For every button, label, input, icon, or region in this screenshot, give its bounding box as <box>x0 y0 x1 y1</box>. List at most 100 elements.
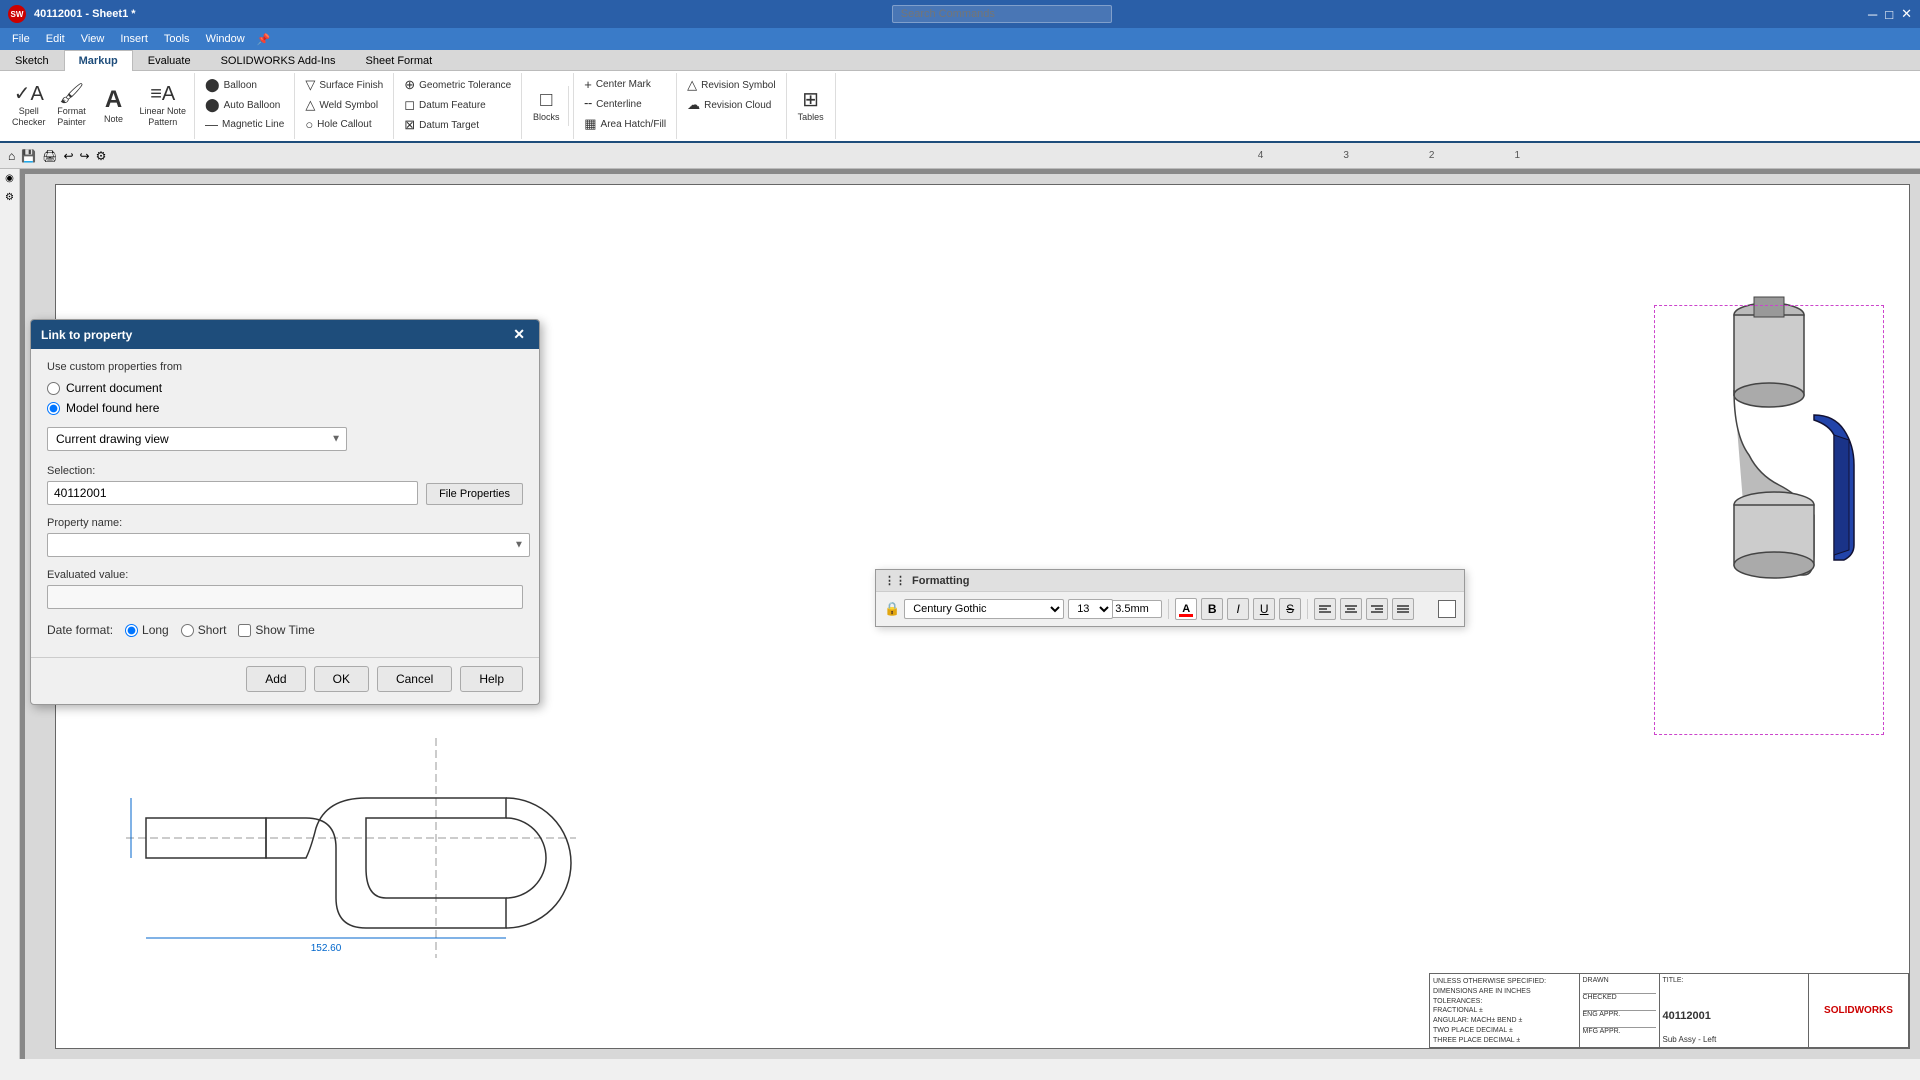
formatting-body: 🔒 Century Gothic 13 A <box>876 592 1464 626</box>
italic-btn[interactable]: I <box>1227 598 1249 620</box>
dialog-close-btn[interactable]: ✕ <box>509 326 529 343</box>
tab-evaluate[interactable]: Evaluate <box>133 50 206 71</box>
weld-symbol-btn[interactable]: △ Weld Symbol <box>299 95 384 115</box>
selection-input[interactable] <box>47 481 418 505</box>
surface-finish-icon: ▽ <box>305 77 315 93</box>
tab-markup[interactable]: Markup <box>64 50 133 71</box>
radio-short-input[interactable] <box>181 624 194 637</box>
linear-note-btn[interactable]: ≡A Linear NotePattern <box>136 81 191 131</box>
save-icon[interactable]: 💾 <box>21 149 36 163</box>
menu-file[interactable]: File <box>4 32 38 46</box>
ruler-3: 3 <box>1343 150 1349 161</box>
center-mark-btn[interactable]: + Center Mark <box>578 75 657 94</box>
tab-sketch[interactable]: Sketch <box>0 50 64 71</box>
settings-icon[interactable]: ⚙ <box>96 149 107 163</box>
cancel-btn[interactable]: Cancel <box>377 666 452 692</box>
menu-edit[interactable]: Edit <box>38 32 73 46</box>
canvas-area[interactable]: 152.60 ⌀20.00 UNLESS OTHERWISE SPECIFIED… <box>20 169 1920 1059</box>
menu-insert[interactable]: Insert <box>112 32 156 46</box>
linear-note-icon: ≡A <box>150 84 175 104</box>
underline-btn[interactable]: U <box>1253 598 1275 620</box>
strikethrough-btn[interactable]: S <box>1279 598 1301 620</box>
area-hatch-btn[interactable]: ▦ Area Hatch/Fill <box>578 114 672 134</box>
tab-sheet-format[interactable]: Sheet Format <box>351 50 448 71</box>
radio-current-doc-input[interactable] <box>47 382 60 395</box>
tab-addins[interactable]: SOLIDWORKS Add-Ins <box>206 50 351 71</box>
radio-model-found-label: Model found here <box>66 401 159 415</box>
datum-feature-btn[interactable]: ◻ Datum Feature <box>398 95 492 115</box>
selection-row: File Properties <box>47 481 523 505</box>
left-sidebar: ◉ ⚙ <box>0 169 20 1059</box>
align-right-btn[interactable] <box>1366 598 1388 620</box>
title-block: UNLESS OTHERWISE SPECIFIED: DIMENSIONS A… <box>1429 973 1909 1048</box>
magnetic-line-btn[interactable]: — Magnetic Line <box>199 115 290 134</box>
evaluated-value-label: Evaluated value: <box>47 569 523 581</box>
pin-icon[interactable]: 📌 <box>257 33 271 46</box>
property-name-select[interactable] <box>47 533 530 557</box>
main-area: ◉ ⚙ <box>0 169 1920 1059</box>
balloon-icon: ⬤ <box>205 77 220 93</box>
tables-btn[interactable]: ⊞ Tables <box>791 87 831 126</box>
minimize-btn[interactable]: ─ <box>1868 7 1877 22</box>
font-select[interactable]: Century Gothic <box>904 599 1064 619</box>
undo-icon[interactable]: ↩ <box>63 149 73 163</box>
radio-long[interactable]: Long <box>125 623 169 637</box>
app-titlebar: SW 40112001 - Sheet1 * ─ □ ✕ <box>0 0 1920 28</box>
date-format-label: Date format: <box>47 623 113 637</box>
property-name-label: Property name: <box>47 517 523 529</box>
datum-target-btn[interactable]: ⊠ Datum Target <box>398 115 485 135</box>
date-format-options: Long Short Show Time <box>125 623 315 637</box>
print-icon[interactable]: 🖨 <box>42 149 57 163</box>
sidebar-icon-2[interactable]: ⚙ <box>5 192 14 203</box>
bold-btn[interactable]: B <box>1201 598 1223 620</box>
resize-handle[interactable] <box>1438 600 1456 618</box>
font-size-select[interactable]: 13 <box>1068 599 1113 619</box>
blocks-btn[interactable]: □ Blocks <box>526 87 566 126</box>
font-size-mm-input[interactable] <box>1110 600 1162 618</box>
ribbon-group-annotation: ⬤ Balloon ⬤ Auto Balloon — Magnetic Line <box>195 73 295 139</box>
radio-long-input[interactable] <box>125 624 138 637</box>
radio-model-found[interactable]: Model found here <box>47 401 523 415</box>
balloon-btn[interactable]: ⬤ Balloon <box>199 75 263 95</box>
menu-view[interactable]: View <box>73 32 113 46</box>
surface-finish-btn[interactable]: ▽ Surface Finish <box>299 75 389 95</box>
drawing-view-dropdown-row: Current drawing view Model found here Co… <box>47 427 523 451</box>
align-center-btn[interactable] <box>1340 598 1362 620</box>
file-properties-btn[interactable]: File Properties <box>426 483 523 505</box>
close-btn[interactable]: ✕ <box>1901 6 1912 22</box>
align-justify-btn[interactable] <box>1392 598 1414 620</box>
revision-cloud-btn[interactable]: ☁ Revision Cloud <box>681 95 777 115</box>
help-btn[interactable]: Help <box>460 666 523 692</box>
radio-short[interactable]: Short <box>181 623 227 637</box>
format-painter-btn[interactable]: 🖌 Format Painter <box>52 81 92 131</box>
redo-icon[interactable]: ↪ <box>80 149 90 163</box>
drawing-view-select[interactable]: Current drawing view Model found here Co… <box>47 427 347 451</box>
add-btn[interactable]: Add <box>246 666 305 692</box>
search-input[interactable] <box>892 5 1112 23</box>
show-time-input[interactable] <box>238 624 251 637</box>
font-color-btn[interactable]: A <box>1175 598 1197 620</box>
ribbon: Sketch Markup Evaluate SOLIDWORKS Add-In… <box>0 50 1920 143</box>
property-name-row: ▼ ↖ <box>47 533 523 557</box>
revision-symbol-btn[interactable]: △ Revision Symbol <box>681 75 781 95</box>
home-icon[interactable]: ⌂ <box>8 149 15 163</box>
show-time-checkbox[interactable]: Show Time <box>238 623 314 637</box>
spell-checker-btn[interactable]: ✓A SpellChecker <box>8 81 50 131</box>
note-btn[interactable]: A Note <box>94 85 134 128</box>
sidebar-icon-1[interactable]: ◉ <box>5 173 14 184</box>
radio-current-doc[interactable]: Current document <box>47 381 523 395</box>
ok-btn[interactable]: OK <box>314 666 369 692</box>
menu-window[interactable]: Window <box>198 32 253 46</box>
menu-tools[interactable]: Tools <box>156 32 198 46</box>
formatting-drag-handle[interactable]: ⋮⋮ <box>884 574 906 587</box>
radio-short-label: Short <box>198 623 227 637</box>
revision-cloud-icon: ☁ <box>687 97 700 113</box>
hole-callout-btn[interactable]: ○ Hole Callout <box>299 115 377 134</box>
evaluated-value-input[interactable] <box>47 585 523 609</box>
maximize-btn[interactable]: □ <box>1885 7 1893 22</box>
align-left-btn[interactable] <box>1314 598 1336 620</box>
radio-model-found-input[interactable] <box>47 402 60 415</box>
geometric-tolerance-btn[interactable]: ⊕ Geometric Tolerance <box>398 75 517 95</box>
centerline-btn[interactable]: ╌ Centerline <box>578 94 647 114</box>
auto-balloon-btn[interactable]: ⬤ Auto Balloon <box>199 95 286 115</box>
